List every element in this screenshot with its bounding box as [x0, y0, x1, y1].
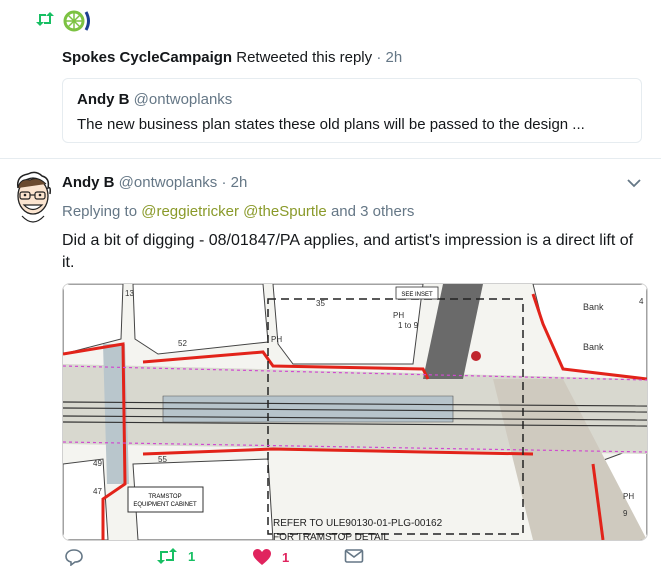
equipment-label: EQUIPMENT CABINET	[133, 502, 197, 508]
reply-others-link[interactable]: and 3 others	[331, 203, 414, 220]
plan-number: 52	[178, 339, 187, 348]
bank-label: Bank	[583, 342, 604, 352]
retweet-action-text: Retweeted this reply	[236, 49, 373, 66]
retweet-count: 1	[188, 548, 196, 564]
reply-user-link[interactable]: @reggietricker	[141, 203, 239, 220]
author-handle[interactable]: @ontwoplanks	[119, 174, 218, 191]
tweet-time[interactable]: · 2h	[221, 174, 247, 191]
tweet-divider	[0, 158, 661, 159]
plan-number: 9	[623, 509, 628, 518]
like-count: 1	[282, 549, 290, 565]
retweet-context: Spokes CycleCampaign Retweeted this repl…	[0, 0, 661, 160]
heart-icon	[253, 549, 271, 565]
quoted-tweet[interactable]: Andy B @ontwoplanks The new business pla…	[62, 78, 642, 143]
plan-number: 49	[93, 459, 102, 468]
quoted-author-name[interactable]: Andy B	[77, 91, 130, 108]
quoted-tweet-text: The new business plan states these old p…	[77, 116, 585, 133]
tweet-actions: 1 1	[62, 548, 582, 574]
bank-label: Bank	[583, 302, 604, 312]
plan-number: 35	[316, 299, 325, 308]
reply-user-link[interactable]: @theSpurtle	[243, 203, 327, 220]
plan-number: 1 to 9	[398, 321, 419, 330]
see-inset-label: SEE INSET	[401, 292, 433, 298]
refer-label: REFER TO ULE90130-01-PLG-00162	[273, 518, 443, 529]
tramstop-label: TRAMSTOP	[148, 494, 181, 500]
spokes-logo-avatar[interactable]	[62, 6, 92, 36]
pub-label: PH	[393, 311, 404, 320]
plan-number: 55	[158, 455, 167, 464]
reply-icon	[65, 549, 83, 566]
tweet-text: Did a bit of digging - 08/01847/PA appli…	[62, 232, 634, 271]
plan-number: 4	[639, 297, 644, 306]
pub-label: PH	[623, 492, 634, 501]
tweet-image[interactable]: TRAMSTOP EQUIPMENT CABINET SEE INSET REF…	[62, 283, 648, 541]
retweet-icon	[157, 548, 177, 564]
pub-label: PH	[271, 335, 282, 344]
author-avatar[interactable]	[8, 168, 58, 228]
plan-drawing: TRAMSTOP EQUIPMENT CABINET SEE INSET REF…	[63, 284, 647, 540]
retweet-button[interactable]: 1	[156, 548, 195, 564]
reply-button[interactable]	[64, 548, 94, 566]
quoted-author-handle[interactable]: @ontwoplanks	[134, 91, 233, 108]
author-name[interactable]: Andy B	[62, 174, 115, 191]
plan-number: 47	[93, 487, 102, 496]
retweet-line: Spokes CycleCampaign Retweeted this repl…	[62, 49, 402, 66]
retweet-time[interactable]: · 2h	[376, 49, 402, 66]
replying-to: Replying to @reggietricker @theSpurtle a…	[62, 203, 414, 220]
chevron-down-icon[interactable]	[626, 176, 642, 188]
envelope-icon	[344, 549, 364, 563]
replying-prefix: Replying to	[62, 203, 138, 220]
retweet-icon	[35, 12, 55, 31]
retweeter-name[interactable]: Spokes CycleCampaign	[62, 49, 232, 66]
like-button[interactable]: 1	[252, 548, 289, 566]
tweet-header: Andy B @ontwoplanks · 2h	[62, 174, 247, 191]
direct-message-button[interactable]	[344, 548, 364, 564]
refer-detail-label: FOR TRAMSTOP DETAIL	[273, 532, 389, 540]
plan-number: 13	[125, 289, 134, 298]
